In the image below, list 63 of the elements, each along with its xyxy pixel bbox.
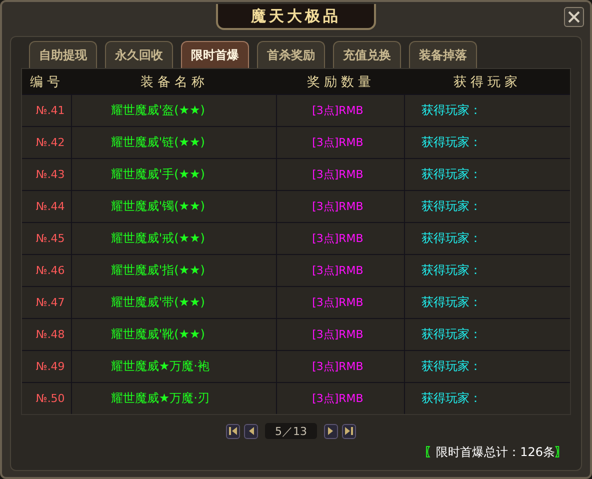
- window-title: 魔天大极品: [216, 4, 376, 30]
- tab[interactable]: 首杀奖励: [257, 41, 325, 68]
- item-name-cell: 耀世魔威'带(★★): [110, 294, 205, 311]
- reward-cell: [3点]RMB: [312, 135, 364, 150]
- column-header: 编号: [28, 74, 65, 90]
- last-page-icon: [344, 426, 354, 436]
- reward-cell: [3点]RMB: [312, 295, 364, 310]
- player-cell: 获得玩家：: [422, 198, 482, 215]
- column-header: 奖励数量: [306, 74, 376, 90]
- reward-cell: [3点]RMB: [312, 199, 364, 214]
- number-cell: №.49: [36, 360, 65, 373]
- item-name-cell: 耀世魔威'靴(★★): [110, 326, 205, 343]
- tab[interactable]: 自助提现: [29, 41, 97, 68]
- close-icon: [568, 11, 580, 23]
- number-cell: №.45: [36, 232, 65, 245]
- item-name-cell: 耀世魔威'戒(★★): [110, 230, 205, 247]
- reward-cell: [3点]RMB: [312, 263, 364, 278]
- column-header: 获得玩家: [452, 74, 522, 90]
- tab[interactable]: 充值兑换: [333, 41, 401, 68]
- player-cell: 获得玩家：: [422, 326, 482, 343]
- number-cell: №.44: [36, 200, 65, 213]
- item-name-cell: 耀世魔威'手(★★): [110, 166, 205, 183]
- reward-cell: [3点]RMB: [312, 391, 364, 406]
- item-name-cell: 耀世魔威'指(★★): [110, 262, 205, 279]
- column-header: 装备名称: [139, 74, 210, 90]
- item-name-cell: 耀世魔威★万魔·刃: [110, 390, 210, 407]
- item-name-cell: 耀世魔威'链(★★): [110, 134, 205, 151]
- close-button[interactable]: [564, 7, 584, 27]
- item-name-cell: 耀世魔威★万魔·袍: [110, 358, 210, 375]
- player-cell: 获得玩家：: [422, 134, 482, 151]
- tab[interactable]: 永久回收: [105, 41, 173, 68]
- first-page-button[interactable]: [226, 424, 240, 438]
- number-cell: №.41: [36, 104, 65, 117]
- bracket: 〗: [555, 444, 567, 461]
- number-cell: №.50: [36, 392, 65, 405]
- number-cell: №.47: [36, 296, 65, 309]
- number-cell: №.43: [36, 168, 65, 181]
- reward-cell: [3点]RMB: [312, 167, 364, 182]
- player-cell: 获得玩家：: [422, 166, 482, 183]
- reward-cell: [3点]RMB: [312, 103, 364, 118]
- player-cell: 获得玩家：: [422, 294, 482, 311]
- reward-cell: [3点]RMB: [312, 327, 364, 342]
- item-name-cell: 耀世魔威'镯(★★): [110, 198, 205, 215]
- reward-cell: [3点]RMB: [312, 359, 364, 374]
- number-cell: №.48: [36, 328, 65, 341]
- item-name-cell: 耀世魔威'盔(★★): [110, 102, 205, 119]
- first-page-icon: [228, 426, 238, 436]
- tab[interactable]: 限时首爆: [181, 41, 249, 68]
- tab[interactable]: 装备掉落: [409, 41, 477, 68]
- number-cell: №.42: [36, 136, 65, 149]
- previous-page-button[interactable]: [244, 424, 258, 438]
- next-page-button[interactable]: [324, 424, 338, 438]
- player-cell: 获得玩家：: [422, 230, 482, 247]
- player-cell: 获得玩家：: [422, 102, 482, 119]
- total-count: 限时首爆总计：126条: [436, 444, 555, 461]
- bracket: 〖: [424, 444, 436, 461]
- player-cell: 获得玩家：: [422, 358, 482, 375]
- number-cell: №.46: [36, 264, 65, 277]
- last-page-button[interactable]: [342, 424, 356, 438]
- player-cell: 获得玩家：: [422, 262, 482, 279]
- page-indicator: 5／13: [265, 423, 317, 439]
- reward-cell: [3点]RMB: [312, 231, 364, 246]
- player-cell: 获得玩家：: [422, 390, 482, 407]
